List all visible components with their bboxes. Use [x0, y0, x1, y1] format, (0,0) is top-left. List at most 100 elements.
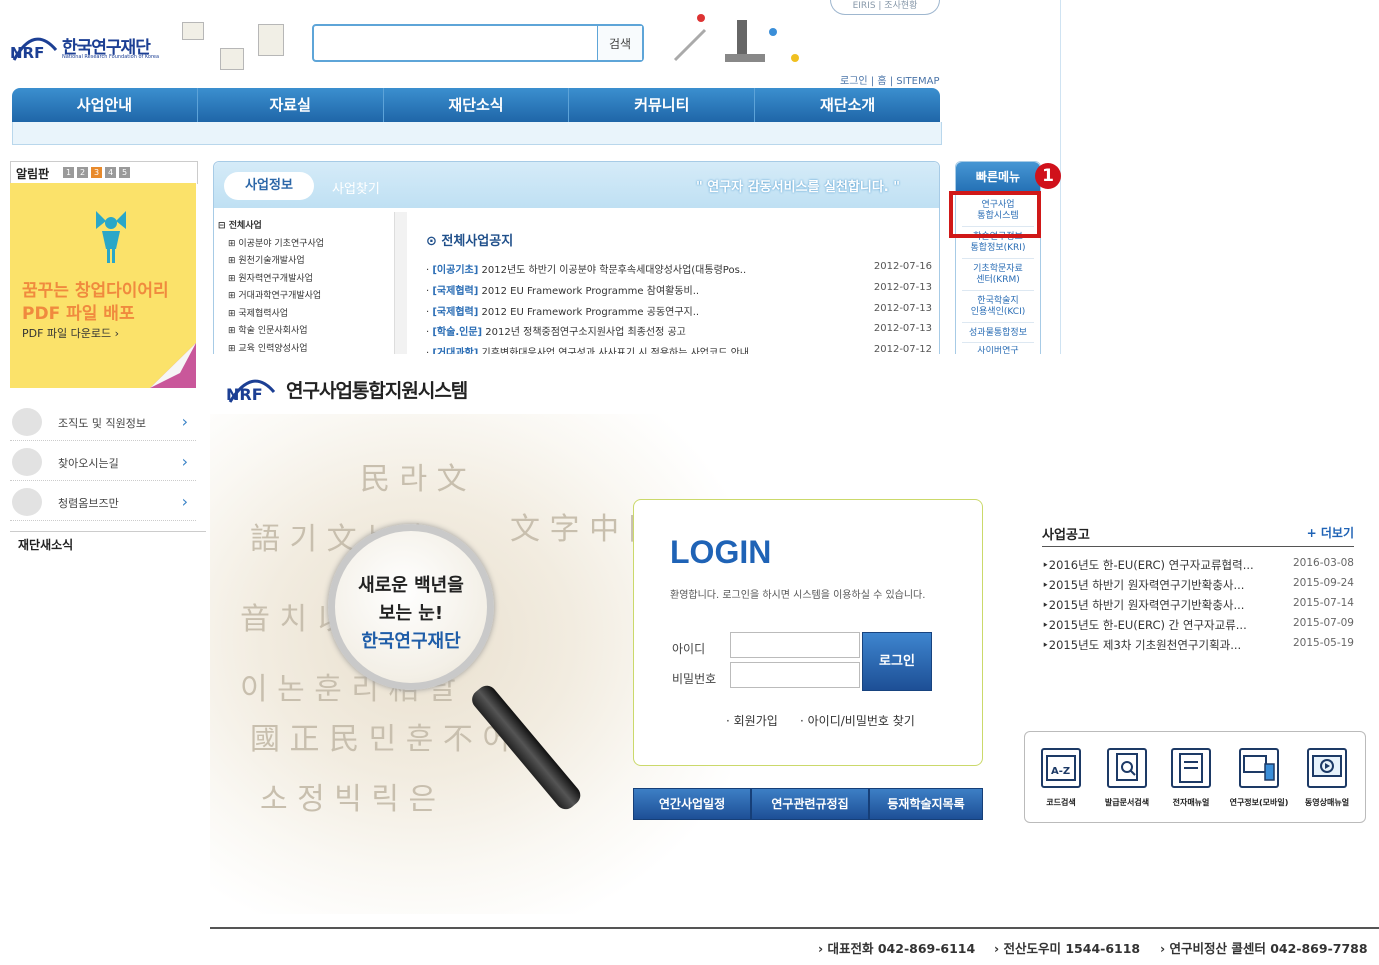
annual-schedule-button[interactable]: 연간사업일정 — [633, 788, 751, 820]
promo-banner[interactable]: 꿈꾸는 창업다이어리 PDF 파일 배포 PDF 파일 다운로드 › — [10, 183, 196, 388]
id-label: 아이디 — [672, 642, 706, 656]
promo-banner-download-link[interactable]: PDF 파일 다운로드 › — [22, 325, 119, 341]
tree-node[interactable]: ⊞ 이공분야 기초연구사업 — [218, 236, 408, 254]
icon-label: 코드검색 — [1046, 798, 1076, 807]
magnifier-line1: 새로운 백년을 — [358, 575, 464, 596]
promo-banner-line1: 꿈꾸는 창업다이어리 — [22, 281, 169, 301]
background-glyph: 國 正 民 민 훈 不 어 — [250, 722, 511, 757]
notice-row[interactable]: · [이공기초] 2012년도 하반기 이공분야 학문후속세대양성사업(대통령P… — [426, 261, 932, 276]
notice-item[interactable]: ‣2016년도 한-EU(ERC) 연구자교류협력... 2016-03-08 — [1042, 557, 1354, 573]
footer-settlement-center: › 연구비정산 콜센터 042-869-7788 — [1160, 941, 1368, 956]
find-id-password-link[interactable]: · 아이디/비밀번호 찾기 — [800, 712, 915, 729]
gnb-item-business[interactable]: 사업안내 — [12, 88, 198, 122]
notice-row[interactable]: · [국제협력] 2012 EU Framework Programme 참여활… — [426, 282, 932, 297]
regulations-button[interactable]: 연구관련규정집 — [751, 788, 869, 820]
notice-page-4[interactable]: 4 — [105, 167, 116, 178]
tab-business-search[interactable]: 사업찾기 — [332, 178, 380, 197]
svg-text:NRF: NRF — [226, 385, 263, 404]
more-link[interactable]: + 더보기 — [1307, 524, 1354, 541]
gnb-item-community[interactable]: 커뮤니티 — [569, 88, 756, 122]
slogan-text: " 연구자 감동서비스를 실천합니다. " — [696, 180, 901, 195]
join-link[interactable]: · 회원가입 — [726, 712, 778, 729]
home-search-input[interactable] — [318, 30, 598, 58]
icon-label: 발급문서검색 — [1104, 798, 1150, 807]
notice-page-3[interactable]: 3 — [91, 167, 102, 178]
quick-item-krm[interactable]: 기초학문자료 센터(KRM) — [962, 264, 1034, 291]
highlight-box — [949, 191, 1041, 238]
mobile-research-info-button[interactable]: 연구정보(모바일) — [1229, 748, 1289, 808]
chevron-right-icon: › — [181, 492, 188, 511]
tree-scrollbar[interactable] — [394, 212, 407, 358]
decor-image — [258, 24, 284, 56]
chevron-right-icon: › — [181, 452, 188, 471]
login-welcome-text: 환영합니다. 로그인을 하시면 시스템을 이용하실 수 있습니다. — [670, 590, 926, 601]
issued-doc-search-button[interactable]: 발급문서검색 — [1097, 748, 1157, 808]
gnb-sub-bar — [12, 122, 942, 145]
notice-page-1[interactable]: 1 — [63, 167, 74, 178]
tree-node[interactable]: ⊞ 원자력연구개발사업 — [218, 271, 408, 289]
notice-row[interactable]: · [학술.인문] 2012년 정책중점연구소지원사업 최종선정 공고 2012-… — [426, 323, 932, 338]
top-tab[interactable]: EIRIS | 조사현황 — [830, 0, 940, 15]
desktop-mobile-icon — [1239, 748, 1279, 788]
document-search-icon — [1107, 748, 1147, 788]
map-icon — [12, 448, 42, 476]
quick-item-kci[interactable]: 한국학술지 인용색인(KCI) — [962, 296, 1034, 323]
divider — [1042, 546, 1354, 547]
side-link-label: 청렴옴브즈만 — [58, 497, 119, 510]
code-search-button[interactable]: A-Z 코드검색 — [1031, 748, 1091, 808]
tree-node[interactable]: ⊞ 학술 인문사회사업 — [218, 323, 408, 341]
notice-page-2[interactable]: 2 — [77, 167, 88, 178]
nrf-logo-icon: NRF — [226, 379, 276, 404]
background-glyph: 소 정 빅 릭 은 — [260, 782, 437, 817]
notice-item[interactable]: ‣2015년 하반기 원자력연구기반확충사... 2015-09-24 — [1042, 577, 1354, 593]
notice-item[interactable]: ‣2015년도 제3차 기초원천연구기획과... 2015-05-19 — [1042, 637, 1354, 653]
decor-image — [182, 22, 204, 40]
magnifier-line3: 한국연구재단 — [361, 631, 461, 652]
icon-label: 동영상매뉴얼 — [1304, 798, 1350, 807]
side-link-org-chart[interactable]: 조직도 및 직원정보 › — [10, 404, 196, 441]
page-curl-decor — [150, 343, 196, 388]
nrf-logo-icon: NRF — [10, 37, 58, 62]
tab-business-info[interactable]: 사업정보 — [224, 172, 314, 200]
person-icon — [12, 408, 42, 436]
tree-root[interactable]: ⊟ 전체사업 — [218, 218, 408, 236]
magnifier-graphic: 새로운 백년을 보는 눈! 한국연구재단 — [328, 524, 494, 690]
side-link-directions[interactable]: 찾아오시는길 › — [10, 444, 196, 481]
tree-node[interactable]: ⊞ 거대과학연구개발사업 — [218, 288, 408, 306]
tree-node[interactable]: ⊞ 원천기술개발사업 — [218, 253, 408, 271]
annotation-number-badge: 1 — [1035, 163, 1061, 189]
gnb-item-news[interactable]: 재단소식 — [384, 88, 570, 122]
notice-board-header: 알림판 1 2 3 4 5 — [10, 161, 198, 184]
home-search-button[interactable]: 검색 — [597, 26, 642, 60]
password-input[interactable] — [730, 662, 860, 688]
notice-row[interactable]: · [국제협력] 2012 EU Framework Programme 공동연… — [426, 303, 932, 318]
chevron-right-icon: › — [181, 412, 188, 431]
manual-book-icon — [1171, 748, 1211, 788]
gnb-item-about[interactable]: 재단소개 — [755, 88, 940, 122]
home-logo-subtext: National Research Foundation of Korea — [62, 54, 160, 60]
svg-text:NRF: NRF — [10, 44, 44, 62]
system-logo-text[interactable]: 연구사업통합지원시스템 — [286, 376, 468, 403]
utility-links[interactable]: 로그인 | 홈 | SITEMAP — [840, 72, 939, 87]
journal-list-button[interactable]: 등재학술지목록 — [869, 788, 983, 820]
business-tree: ⊟ 전체사업 ⊞ 이공분야 기초연구사업 ⊞ 원천기술개발사업 ⊞ 원자력연구개… — [218, 218, 408, 358]
e-manual-button[interactable]: 전자매뉴얼 — [1161, 748, 1221, 808]
id-input[interactable] — [730, 632, 860, 658]
video-play-icon — [1307, 748, 1347, 788]
gnb-item-library[interactable]: 자료실 — [198, 88, 384, 122]
all-business-notice-title[interactable]: ⊙ 전체사업공지 — [426, 230, 513, 249]
fairy-figure-icon — [96, 211, 126, 263]
login-button[interactable]: 로그인 — [862, 632, 932, 691]
password-label: 비밀번호 — [672, 672, 717, 686]
background-glyph: 民 라 文 — [360, 462, 467, 497]
notice-item[interactable]: ‣2015년도 한-EU(ERC) 간 연구자교류... 2015-07-09 — [1042, 617, 1354, 633]
quick-item-outcome[interactable]: 성과물통합정보 — [962, 328, 1034, 343]
footer-it-help: › 전산도우미 1544-6118 — [994, 941, 1141, 956]
icon-label: 전자매뉴얼 — [1172, 798, 1210, 807]
video-manual-button[interactable]: 동영상매뉴얼 — [1297, 748, 1357, 808]
side-link-ombudsman[interactable]: 청렴옴브즈만 › — [10, 484, 196, 521]
notice-item[interactable]: ‣2015년 하반기 원자력연구기반확충사... 2015-07-14 — [1042, 597, 1354, 613]
notice-board-title: 알림판 — [16, 167, 50, 181]
tree-node[interactable]: ⊞ 국제협력사업 — [218, 306, 408, 324]
notice-page-5[interactable]: 5 — [119, 167, 130, 178]
